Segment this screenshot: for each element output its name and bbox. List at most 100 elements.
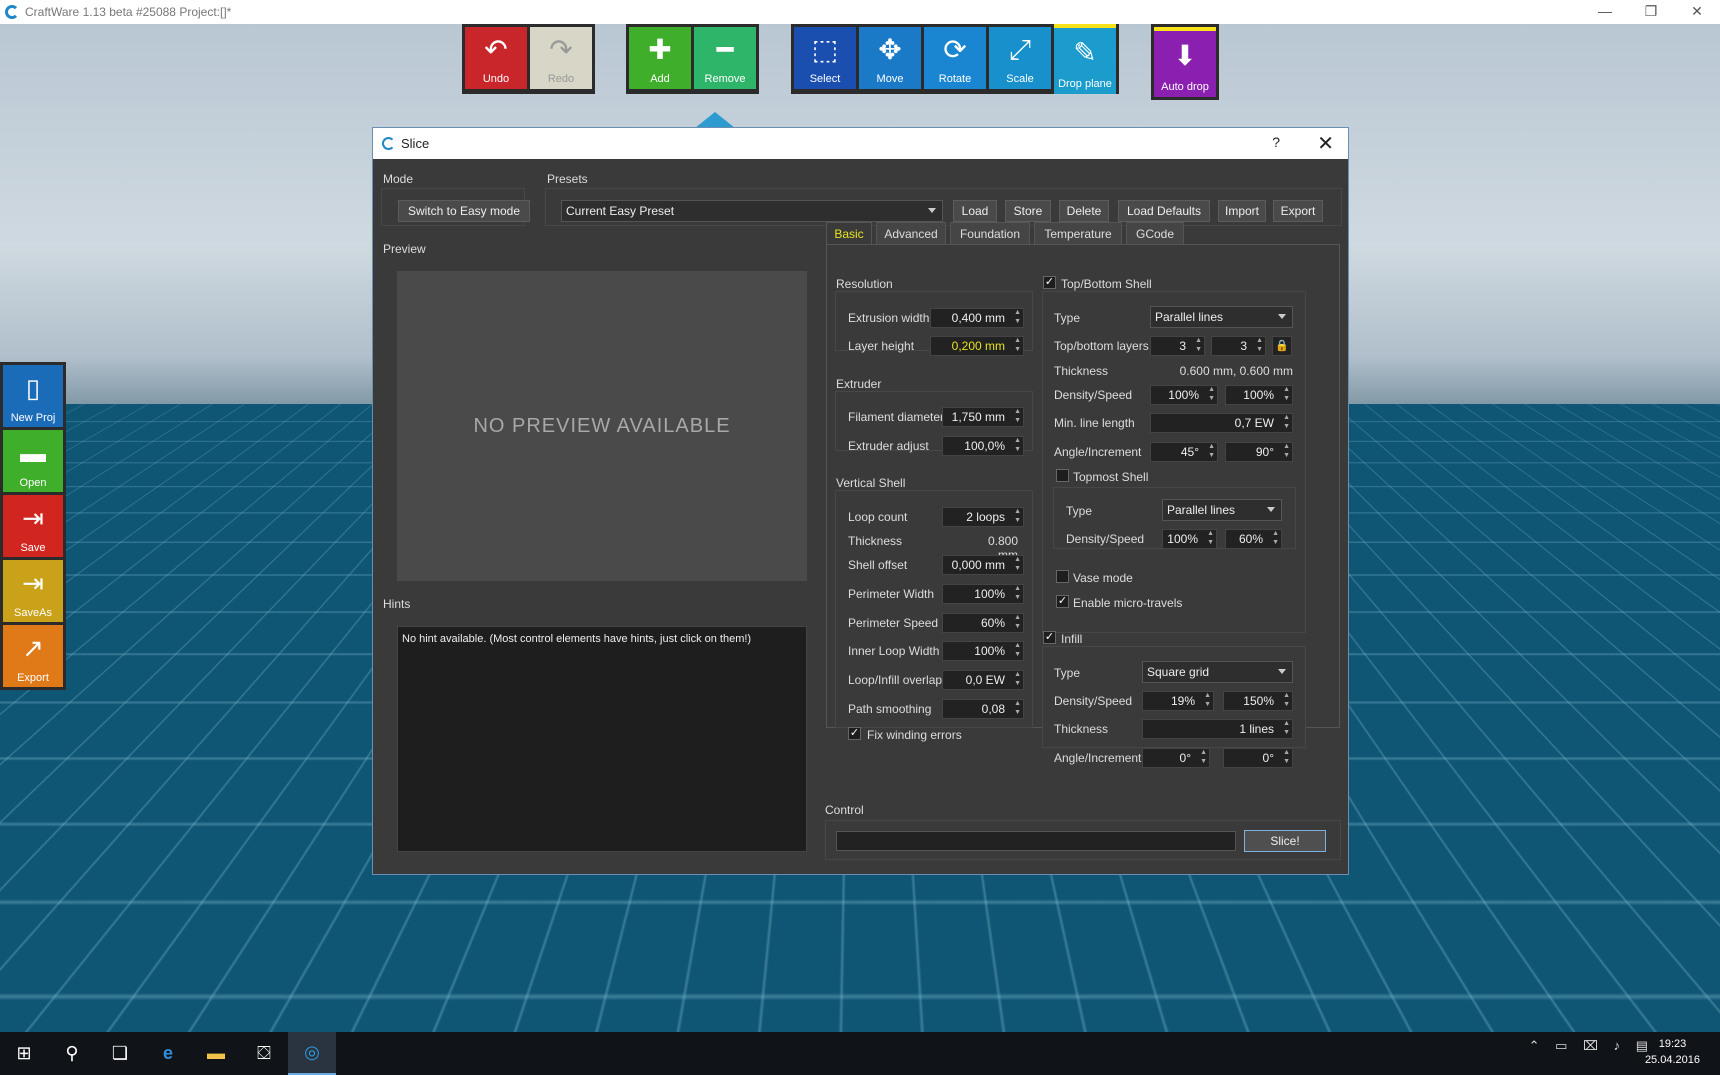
tab-temperature[interactable]: Temperature bbox=[1034, 222, 1122, 244]
craftware-taskbar-icon[interactable]: ◎ bbox=[288, 1032, 336, 1075]
open-label: Open bbox=[20, 477, 47, 489]
export-preset-button[interactable]: Export bbox=[1273, 200, 1323, 222]
minimize-button[interactable]: — bbox=[1582, 0, 1628, 24]
infill-checkbox[interactable]: ✓ bbox=[1043, 631, 1056, 644]
search-icon[interactable]: ⚲ bbox=[48, 1032, 96, 1075]
window-title: CraftWare 1.13 beta #25088 Project:[]* bbox=[25, 5, 231, 19]
remove-button[interactable]: ━ Remove bbox=[694, 27, 756, 89]
save-button[interactable]: ⇥ Save bbox=[3, 495, 63, 557]
vase-mode-checkbox[interactable] bbox=[1056, 570, 1069, 583]
edge-browser-icon[interactable]: e bbox=[144, 1032, 192, 1075]
options-panel: ⚙ Options bbox=[1654, 723, 1720, 791]
preset-value: Current Easy Preset bbox=[566, 204, 674, 218]
tb-type-select[interactable]: Parallel lines bbox=[1150, 306, 1293, 328]
tb-increment-input[interactable]: 90° bbox=[1225, 442, 1293, 462]
system-tray-icons[interactable]: ⌃ ▭ ⌧ ♪ ▤ bbox=[1529, 1038, 1654, 1054]
inner-loop-width-input[interactable]: 100% bbox=[942, 641, 1024, 661]
add-label: Add bbox=[650, 73, 670, 85]
min-line-length-label: Min. line length bbox=[1054, 416, 1135, 430]
infill-density-input[interactable]: 19% bbox=[1142, 691, 1214, 711]
move-button[interactable]: ✥ Move bbox=[859, 27, 921, 89]
filament-diameter-input[interactable]: 1,750 mm bbox=[942, 407, 1024, 427]
select-button[interactable]: ⬚ Select bbox=[794, 27, 856, 89]
dialog-close-button[interactable]: ✕ bbox=[1317, 131, 1334, 156]
store-preset-button[interactable]: Store bbox=[1005, 200, 1051, 222]
new-project-button[interactable]: ▯ New Proj bbox=[3, 365, 63, 427]
tb-density-input[interactable]: 100% bbox=[1150, 385, 1218, 405]
topmost-shell-checkbox[interactable] bbox=[1056, 469, 1069, 482]
export-button[interactable]: ↗ Export bbox=[3, 625, 63, 687]
infill-angle-input[interactable]: 0° bbox=[1142, 748, 1210, 768]
switch-easy-mode-button[interactable]: Switch to Easy mode bbox=[398, 200, 530, 222]
restore-button[interactable]: ❐ bbox=[1628, 0, 1674, 24]
slice-button[interactable]: Slice! bbox=[1244, 830, 1326, 852]
infill-type-select[interactable]: Square grid bbox=[1142, 661, 1293, 683]
start-windows-icon[interactable]: ⊞ bbox=[0, 1032, 48, 1075]
tb-speed-input[interactable]: 100% bbox=[1225, 385, 1293, 405]
load-defaults-button[interactable]: Load Defaults bbox=[1118, 200, 1210, 222]
file-explorer-icon[interactable]: ▬ bbox=[192, 1032, 240, 1075]
layer-height-label: Layer height bbox=[848, 339, 914, 353]
top-layers-input[interactable]: 3 bbox=[1150, 336, 1205, 356]
topmost-type-select[interactable]: Parallel lines bbox=[1162, 499, 1282, 521]
slice-icon: ☰ bbox=[1675, 529, 1698, 576]
tab-foundation[interactable]: Foundation bbox=[950, 222, 1030, 244]
open-button[interactable]: ▬ Open bbox=[3, 430, 63, 492]
loop-infill-overlap-input[interactable]: 0,0 EW bbox=[942, 670, 1024, 690]
bottom-layers-input[interactable]: 3 bbox=[1211, 336, 1266, 356]
top-bottom-shell-checkbox[interactable]: ✓ bbox=[1043, 276, 1056, 289]
task-view-icon[interactable]: ❏ bbox=[96, 1032, 144, 1075]
extruder-adjust-input[interactable]: 100,0% bbox=[942, 436, 1024, 456]
tb-thickness-label: Thickness bbox=[1054, 364, 1108, 378]
rotate-button[interactable]: ⟳ Rotate bbox=[924, 27, 986, 89]
tb-angle-input[interactable]: 45° bbox=[1150, 442, 1218, 462]
tab-advanced[interactable]: Advanced bbox=[876, 222, 946, 244]
save-as-button[interactable]: ⇥ SaveAs bbox=[3, 560, 63, 622]
lock-icon[interactable]: 🔒 bbox=[1272, 336, 1292, 356]
clock[interactable]: 19:23 25.04.2016 bbox=[1645, 1036, 1700, 1068]
load-preset-button[interactable]: Load bbox=[953, 200, 997, 222]
min-line-length-input[interactable]: 0,7 EW bbox=[1150, 413, 1293, 433]
shell-offset-input[interactable]: 0,000 mm bbox=[942, 555, 1024, 575]
infill-speed-input[interactable]: 150% bbox=[1223, 691, 1293, 711]
slice-panel-button[interactable]: ☰ Slice... bbox=[1657, 529, 1717, 591]
infill-increment-input[interactable]: 0° bbox=[1223, 748, 1293, 768]
options-button[interactable]: ⚙ Options bbox=[1657, 726, 1717, 788]
preset-select[interactable]: Current Easy Preset bbox=[561, 200, 943, 222]
auto-drop-button[interactable]: ⬇ Auto drop bbox=[1154, 27, 1216, 97]
topmost-speed-input[interactable]: 60% bbox=[1225, 529, 1282, 549]
angle-snap-checkbox[interactable]: ✓ bbox=[978, 953, 991, 966]
path-smoothing-input[interactable]: 0,08 bbox=[942, 699, 1024, 719]
perimeter-width-input[interactable]: 100% bbox=[942, 584, 1024, 604]
infill-thickness-label: Thickness bbox=[1054, 722, 1108, 736]
micro-travels-checkbox[interactable]: ✓ bbox=[1056, 595, 1069, 608]
add-button[interactable]: ✚ Add bbox=[629, 27, 691, 89]
autodrop-group: ⬇ Auto drop bbox=[1151, 24, 1219, 100]
drop-plane-button[interactable]: ✎ Drop plane bbox=[1054, 24, 1116, 94]
redo-button[interactable]: ↷ Redo bbox=[530, 27, 592, 89]
options-label: Options bbox=[1668, 773, 1706, 785]
undo-button[interactable]: ↶ Undo bbox=[465, 27, 527, 89]
extruder-adjust-label: Extruder adjust bbox=[848, 439, 929, 453]
topmost-density-input[interactable]: 100% bbox=[1162, 529, 1217, 549]
infill-thickness-input[interactable]: 1 lines bbox=[1142, 719, 1293, 739]
window-close-button[interactable]: ✕ bbox=[1674, 0, 1720, 24]
import-preset-button[interactable]: Import bbox=[1218, 200, 1266, 222]
fix-winding-checkbox[interactable]: ✓ bbox=[848, 727, 861, 740]
tab-gcode[interactable]: GCode bbox=[1126, 222, 1184, 244]
tab-basic[interactable]: Basic bbox=[826, 222, 872, 244]
loop-count-input[interactable]: 2 loops bbox=[942, 507, 1024, 527]
scale-label: Scale bbox=[1006, 73, 1034, 85]
angle-snap-input[interactable]: 15,00° bbox=[977, 990, 1057, 1010]
delete-preset-button[interactable]: Delete bbox=[1059, 200, 1109, 222]
control-label: Control bbox=[825, 803, 864, 817]
perimeter-speed-input[interactable]: 60% bbox=[942, 613, 1024, 633]
extrusion-width-input[interactable]: 0,400 mm bbox=[930, 308, 1024, 328]
save-as-icon: ⇥ bbox=[22, 560, 44, 607]
scale-button[interactable]: ⤢ Scale bbox=[989, 27, 1051, 89]
support-button[interactable]: ▤ Support bbox=[1657, 464, 1717, 526]
layer-height-input[interactable]: 0,200 mm bbox=[930, 336, 1024, 356]
store-icon[interactable]: ⛋ bbox=[240, 1032, 288, 1075]
help-button[interactable]: ? bbox=[1272, 134, 1280, 150]
drop-plane-icon: ✎ bbox=[1073, 28, 1096, 78]
